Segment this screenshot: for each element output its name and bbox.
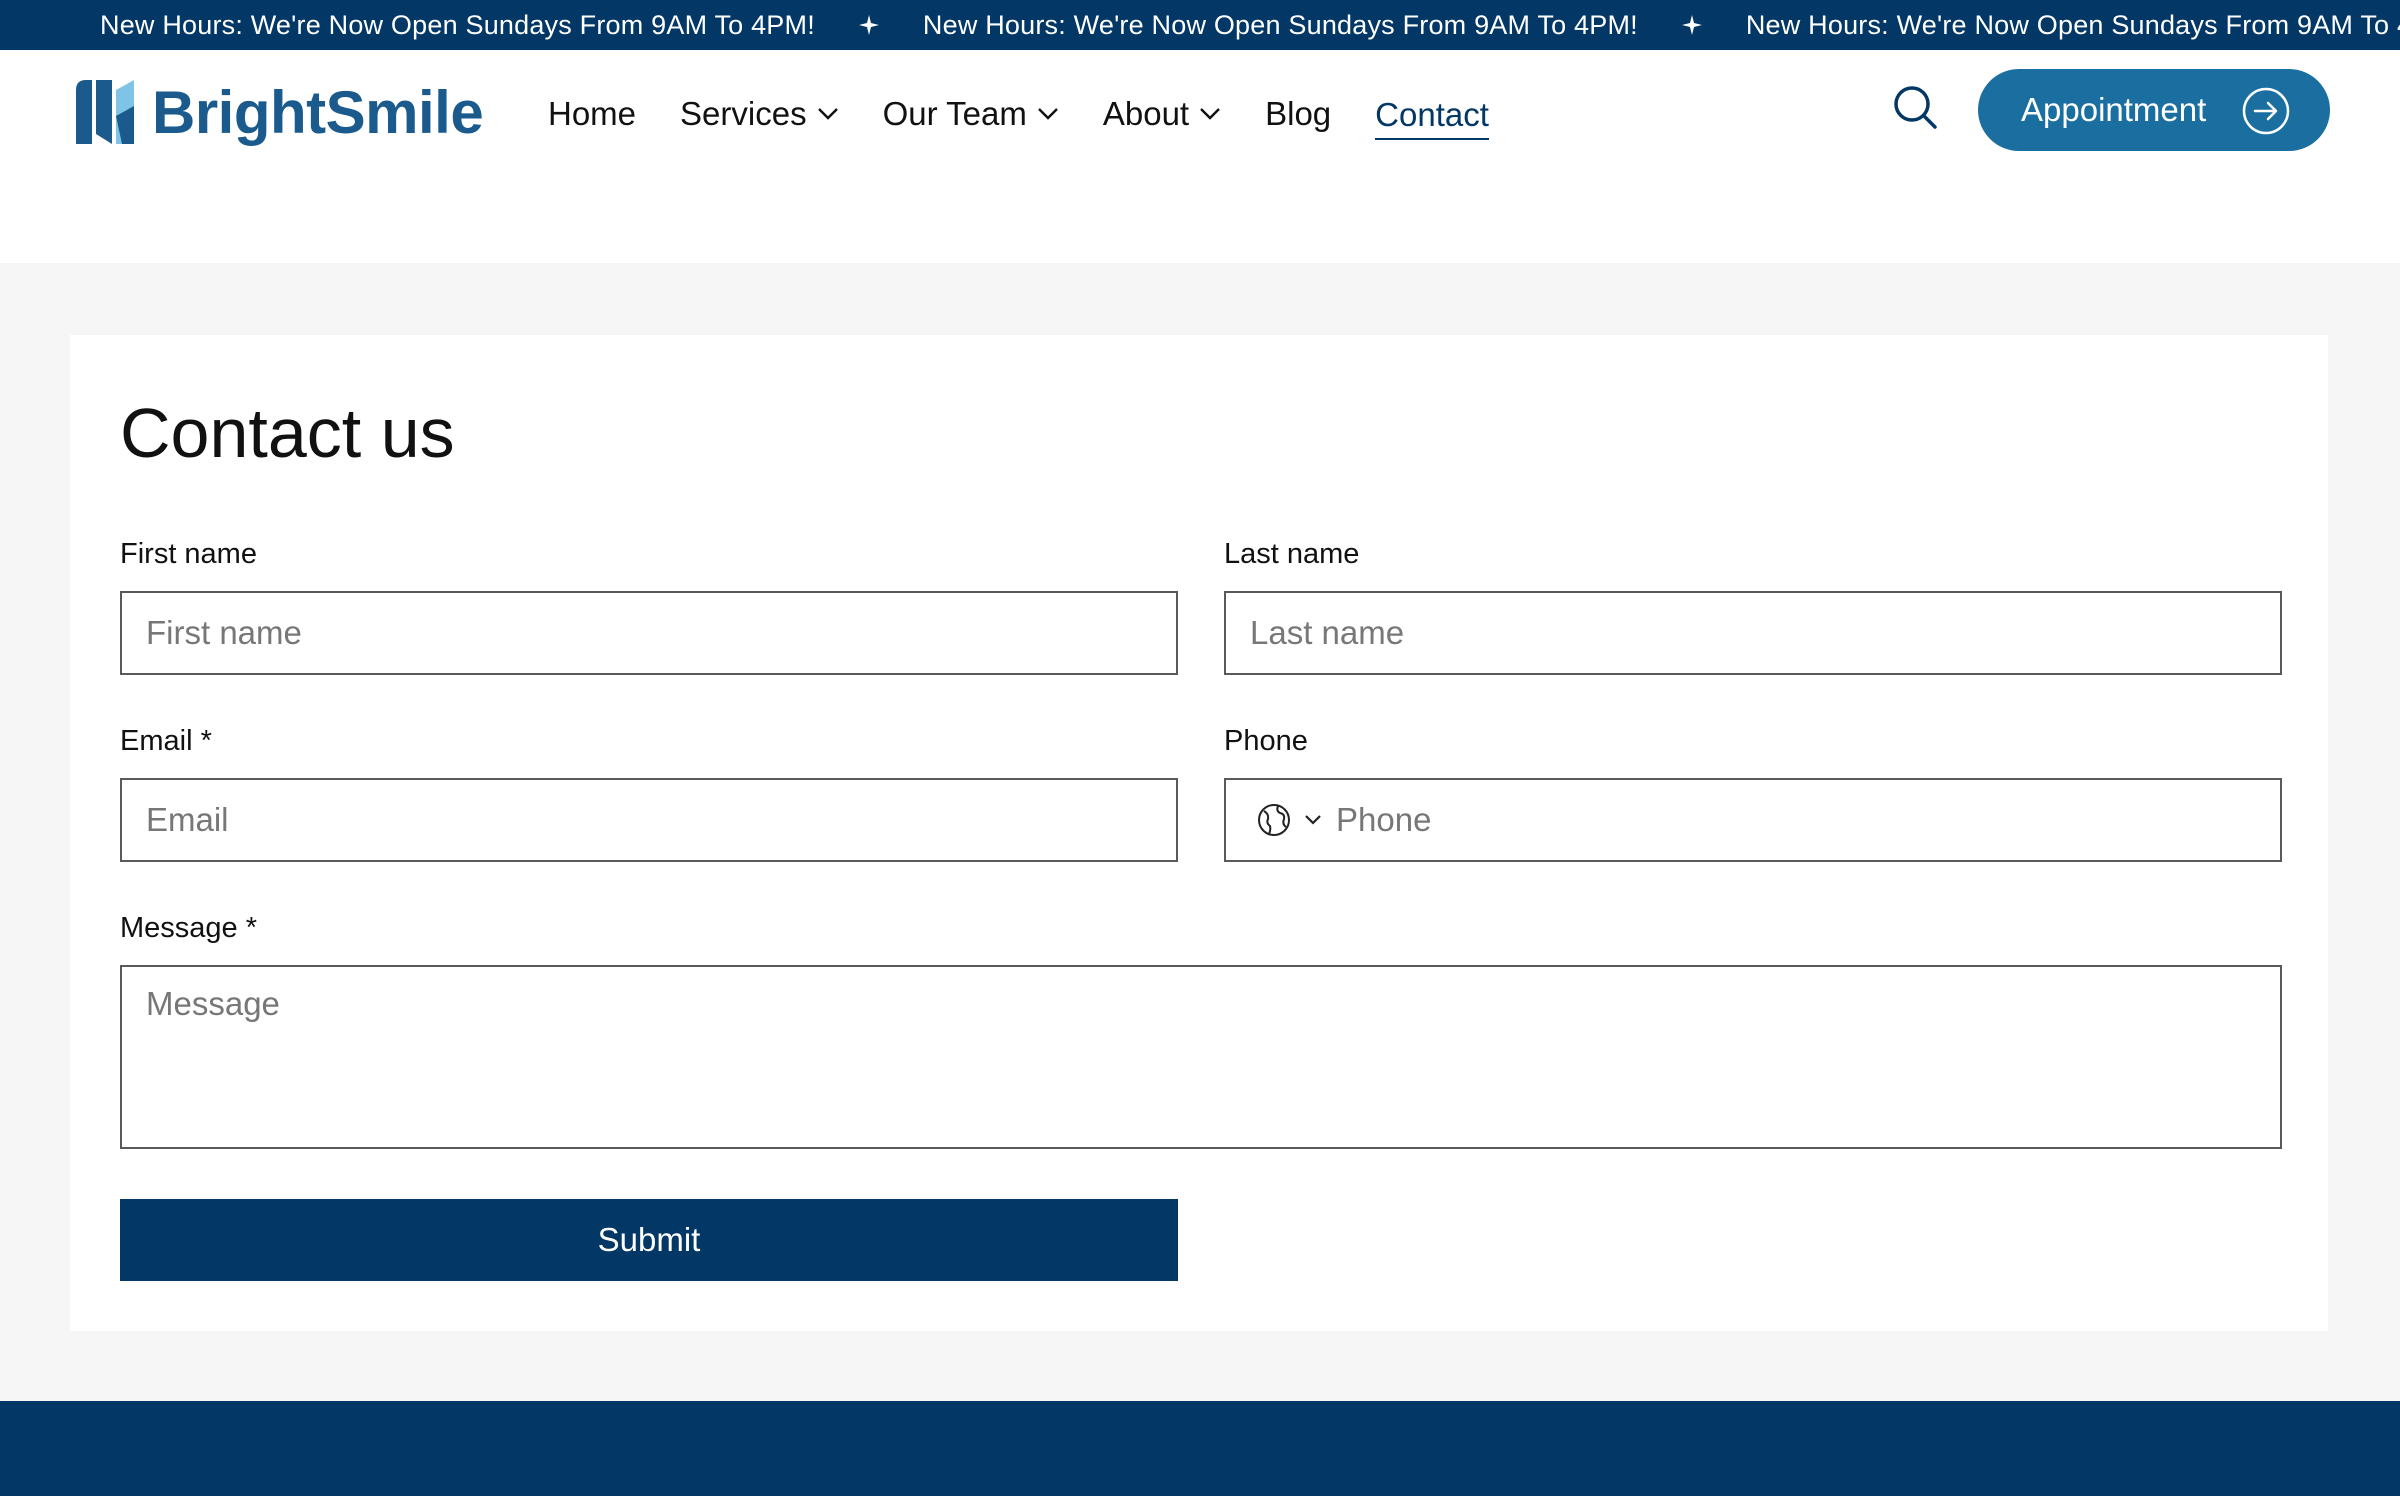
phone-placeholder: Phone bbox=[1336, 801, 1432, 838]
site-header: BrightSmile Home Services Our Team About… bbox=[0, 50, 2400, 220]
nav-item-our-team[interactable]: Our Team bbox=[883, 88, 1059, 140]
contact-form-card: Contact us First name First name Last na… bbox=[70, 335, 2328, 1331]
phone-label: Phone bbox=[1224, 725, 1308, 757]
nav-item-label: About bbox=[1102, 95, 1190, 132]
last-name-label: Last name bbox=[1224, 538, 1360, 570]
main-nav: Home Services Our Team About Blog Contac… bbox=[548, 88, 1533, 140]
appointment-label: Appointment bbox=[2021, 91, 2207, 128]
chevron-down-icon bbox=[1200, 108, 1220, 120]
logo-text: BrightSmile bbox=[152, 78, 484, 146]
message-label: Message * bbox=[120, 912, 258, 944]
nav-item-services[interactable]: Services bbox=[680, 88, 839, 140]
sparkle-icon bbox=[858, 15, 879, 35]
nav-item-blog[interactable]: Blog bbox=[1265, 88, 1331, 140]
announcement-text: New Hours: We're Now Open Sundays From 9… bbox=[100, 9, 815, 40]
site-footer bbox=[0, 1401, 2400, 1496]
last-name-input[interactable]: Last name bbox=[1224, 591, 2282, 675]
nav-item-label: Our Team bbox=[882, 95, 1027, 132]
nav-item-about[interactable]: About bbox=[1103, 88, 1221, 140]
message-placeholder: Message bbox=[146, 985, 280, 1022]
nav-item-home[interactable]: Home bbox=[548, 88, 636, 140]
country-code-selector[interactable] bbox=[1256, 802, 1322, 838]
first-name-label: First name bbox=[120, 538, 257, 570]
nav-item-label: Services bbox=[680, 95, 807, 132]
email-input[interactable]: Email bbox=[120, 778, 1178, 862]
logo-link[interactable]: BrightSmile bbox=[72, 76, 484, 148]
nav-item-contact[interactable]: Contact bbox=[1375, 92, 1489, 140]
chevron-down-icon bbox=[817, 108, 838, 120]
announcement-text: New Hours: We're Now Open Sundays From 9… bbox=[1745, 9, 2400, 40]
last-name-placeholder: Last name bbox=[1250, 614, 1405, 651]
contact-section: Contact us First name First name Last na… bbox=[0, 263, 2400, 1401]
chevron-down-icon bbox=[1038, 108, 1058, 120]
message-textarea[interactable]: Message bbox=[120, 965, 2282, 1149]
nav-item-label: Blog bbox=[1265, 95, 1332, 132]
phone-input[interactable]: Phone bbox=[1224, 778, 2282, 862]
first-name-placeholder: First name bbox=[146, 614, 302, 651]
appointment-button[interactable]: Appointment bbox=[1978, 69, 2330, 151]
announcement-track: New Hours: We're Now Open Sundays From 9… bbox=[0, 10, 2400, 41]
nav-item-label: Home bbox=[548, 95, 637, 132]
chevron-down-icon bbox=[1305, 815, 1321, 825]
sparkle-icon bbox=[1681, 15, 1702, 35]
submit-button[interactable]: Submit bbox=[120, 1199, 1178, 1281]
first-name-input[interactable]: First name bbox=[120, 591, 1178, 675]
announcement-text: New Hours: We're Now Open Sundays From 9… bbox=[922, 9, 1638, 40]
globe-icon bbox=[1258, 804, 1290, 836]
search-icon[interactable] bbox=[1892, 84, 1938, 130]
email-label: Email * bbox=[120, 725, 212, 757]
page-title: Contact us bbox=[120, 394, 455, 472]
arrow-right-circle-icon bbox=[2242, 87, 2290, 135]
email-placeholder: Email bbox=[146, 801, 229, 838]
logo-icon bbox=[76, 80, 134, 144]
announcement-bar: New Hours: We're Now Open Sundays From 9… bbox=[0, 0, 2400, 50]
nav-item-label: Contact bbox=[1375, 96, 1489, 133]
